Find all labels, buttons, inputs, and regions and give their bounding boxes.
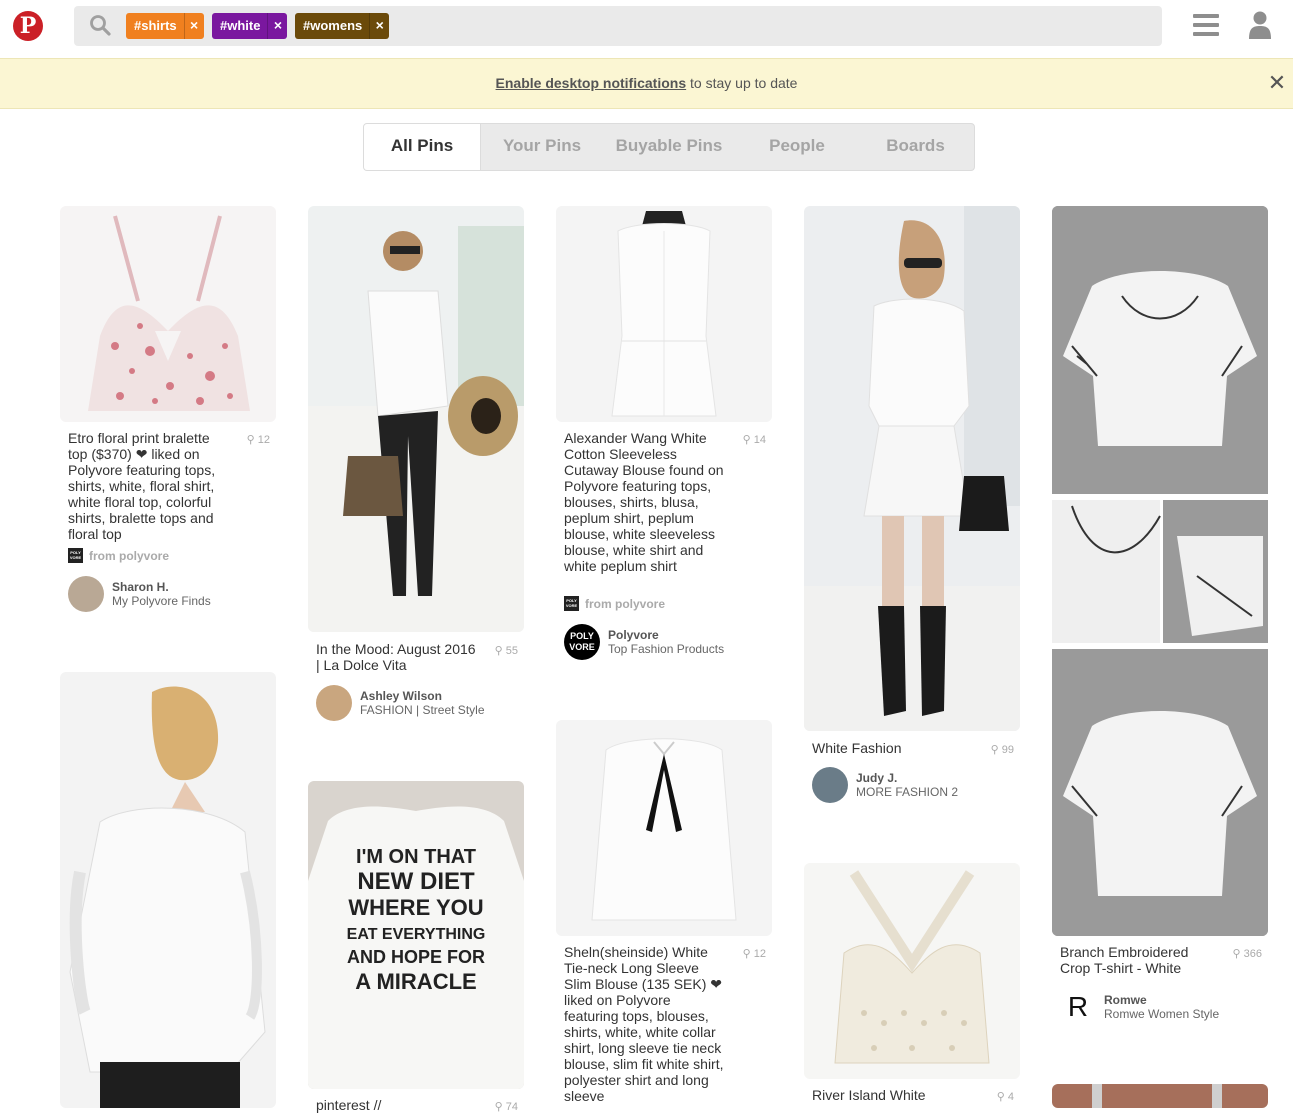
repin-count: 366 [1243,948,1262,960]
pinner-name[interactable]: Romwe [1104,993,1219,1007]
remove-tag-button[interactable]: × [369,13,389,39]
pinner-info[interactable]: R Romwe Romwe Women Style [1060,989,1219,1025]
pinner-board[interactable]: My Polyvore Finds [112,594,211,608]
pin-repin-count: ⚲ 14 [742,434,766,446]
pin-image[interactable] [60,672,276,1108]
search-tag-label: #womens [303,18,363,33]
pin-repin-count: ⚲ 366 [1232,948,1262,960]
tab-your-pins[interactable]: Your Pins [481,124,603,170]
pin-repin-count: ⚲ 4 [996,1091,1014,1103]
pinner-name[interactable]: Sharon H. [112,580,211,594]
remove-tag-button[interactable]: × [183,13,204,39]
pinner-info[interactable]: Ashley Wilson FASHION | Street Style [316,685,485,721]
repin-count: 74 [505,1101,518,1113]
pinner-board[interactable]: MORE FASHION 2 [856,785,958,799]
pin-repin-count: ⚲ 12 [246,434,270,446]
search-tag-shirts: #shirts × [126,13,204,39]
pin-image[interactable] [1052,1084,1268,1108]
pin-image[interactable] [804,206,1020,731]
tab-boards[interactable]: Boards [859,124,972,170]
close-icon[interactable]: ✕ [1267,72,1287,94]
enable-notifications-link[interactable]: Enable desktop notifications [496,75,687,91]
source-text: from polyvore [585,596,666,611]
search-tag-label: #white [220,18,261,33]
notification-banner: Enable desktop notifications to stay up … [0,58,1293,109]
avatar[interactable] [316,685,352,721]
search-tag-womens: #womens × [295,13,390,39]
pin-image[interactable] [556,206,772,422]
repin-count: 4 [1007,1091,1014,1103]
user-profile-icon[interactable] [1249,11,1271,39]
pinner-name[interactable]: Judy J. [856,771,958,785]
pin-image[interactable] [60,206,276,422]
pin-repin-count: ⚲ 99 [990,744,1014,756]
pin-image[interactable] [556,720,772,936]
pin-description: Alexander Wang White Cotton Sleeveless C… [564,430,724,574]
pinner-board[interactable]: Top Fashion Products [608,642,724,656]
polyvore-icon: POLY VORE [564,596,579,611]
tab-all-pins[interactable]: All Pins [364,124,481,170]
pinterest-logo[interactable]: P [13,11,43,41]
pin-image[interactable] [804,863,1020,1079]
pin-source-link[interactable]: POLY VORE from polyvore [68,548,169,563]
pinner-info[interactable]: Sharon H. My Polyvore Finds [68,576,211,612]
source-text: from polyvore [89,548,170,563]
pin-description: Etro floral print bralette top ($370) ❤ … [68,430,216,542]
pin-image[interactable] [1052,206,1268,936]
pinner-name[interactable]: Ashley Wilson [360,689,485,703]
repin-count: 55 [505,645,518,657]
search-filter-tabs: All Pins Your Pins Buyable Pins People B… [363,123,975,171]
pinner-info[interactable]: POLY VORE Polyvore Top Fashion Products [564,624,724,660]
tshirt-text: WHERE YOU [348,895,483,920]
tshirt-text: I'M ON THAT [356,846,476,868]
romwe-avatar[interactable]: R [1060,989,1096,1025]
pin-source-link[interactable]: POLY VORE from polyvore [564,596,665,611]
pin-description: River Island White [812,1087,926,1103]
repin-count: 12 [257,434,270,446]
pin-description: pinterest // [316,1097,382,1113]
tshirt-text: AND HOPE FOR [347,947,485,967]
polyvore-icon: POLY VORE [68,548,83,563]
pinner-board[interactable]: FASHION | Street Style [360,703,485,717]
tab-people[interactable]: People [735,124,859,170]
tab-buyable-pins[interactable]: Buyable Pins [603,124,735,170]
avatar[interactable] [812,767,848,803]
repin-count: 12 [753,948,766,960]
pin-repin-count: ⚲ 12 [742,948,766,960]
search-tag-label: #shirts [134,18,177,33]
pin-description: In the Mood: August 2016 | La Dolce Vita [316,641,476,673]
pinner-board[interactable]: Romwe Women Style [1104,1007,1219,1021]
tshirt-text: EAT EVERYTHING [347,926,486,943]
search-icon[interactable] [89,14,111,36]
pin-image[interactable]: I'M ON THAT NEW DIET WHERE YOU EAT EVERY… [308,781,524,1089]
pin-repin-count: ⚲ 55 [494,645,518,657]
repin-count: 14 [753,434,766,446]
tshirt-text: NEW DIET [357,868,475,895]
top-header: P #shirts × #white × #womens × [0,0,1293,58]
avatar[interactable] [68,576,104,612]
pin-description: Branch Embroidered Crop T-shirt - White [1060,944,1189,976]
tshirt-text: A MIRACLE [355,969,476,994]
notification-text: to stay up to date [686,75,798,91]
pin-repin-count: ⚲ 74 [494,1101,518,1113]
pin-description: Sheln(sheinside) White Tie-neck Long Sle… [564,944,724,1104]
remove-tag-button[interactable]: × [267,13,287,39]
menu-icon[interactable] [1193,13,1219,37]
repin-count: 99 [1001,744,1014,756]
pinner-info[interactable]: Judy J. MORE FASHION 2 [812,767,958,803]
pin-description: White Fashion [812,740,902,756]
pin-image[interactable] [308,206,524,632]
polyvore-avatar[interactable]: POLY VORE [564,624,600,660]
pinner-name[interactable]: Polyvore [608,628,724,642]
search-tag-white: #white × [212,13,288,39]
